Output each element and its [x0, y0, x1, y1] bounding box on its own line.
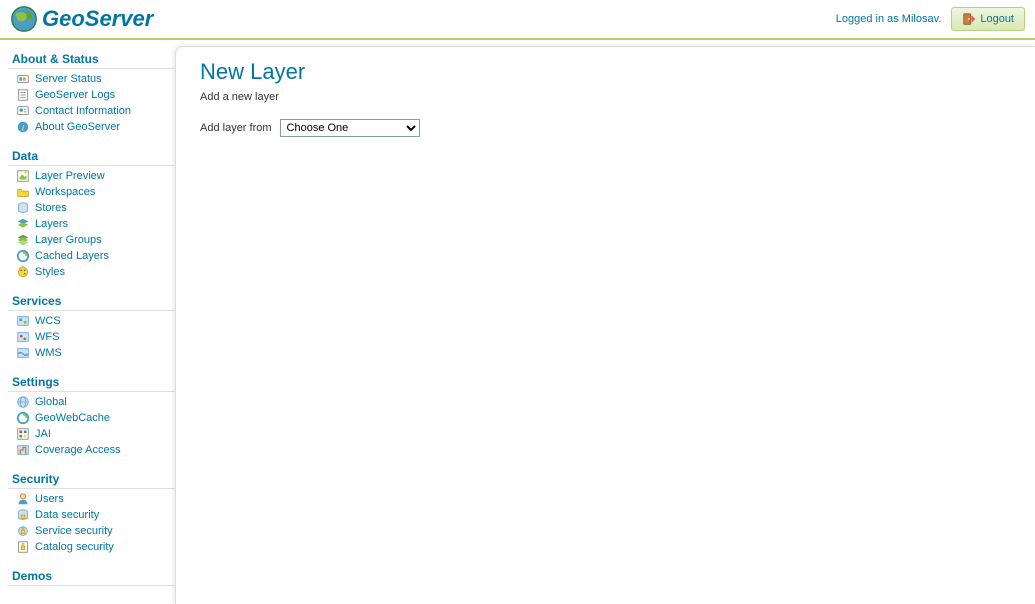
add-layer-form-row: Add layer from Choose One: [200, 119, 1011, 137]
nav-label: Cached Layers: [35, 250, 109, 262]
nav-item-cached-layers[interactable]: Cached Layers: [8, 248, 175, 264]
nav-label: Layer Groups: [35, 234, 102, 246]
logged-in-status: Logged in as Milosav.: [836, 13, 942, 25]
nav-label: Layer Preview: [35, 170, 105, 182]
nav-section-about: About & Status Server Status GeoServer L…: [8, 48, 175, 135]
wms-icon: [16, 346, 30, 360]
nav-label: Service security: [35, 525, 113, 537]
nav-label: WCS: [35, 315, 61, 327]
nav-label: Workspaces: [35, 186, 95, 198]
nav-item-layer-groups[interactable]: Layer Groups: [8, 232, 175, 248]
add-layer-label: Add layer from: [200, 122, 272, 134]
add-layer-select[interactable]: Choose One: [280, 119, 420, 137]
nav-heading-data: Data: [8, 145, 175, 166]
layer-groups-icon: [16, 233, 30, 247]
logout-button[interactable]: Logout: [951, 7, 1025, 31]
nav-label: GeoServer Logs: [35, 89, 115, 101]
nav-heading-services: Services: [8, 290, 175, 311]
nav-item-workspaces[interactable]: Workspaces: [8, 184, 175, 200]
nav-label: Coverage Access: [35, 444, 121, 456]
about-icon: i: [16, 120, 30, 134]
logs-icon: [16, 88, 30, 102]
logout-icon: [962, 12, 976, 26]
wcs-icon: [16, 314, 30, 328]
nav-item-jai[interactable]: JAI: [8, 426, 175, 442]
logout-label: Logout: [980, 13, 1014, 25]
nav-item-wms[interactable]: WMS: [8, 345, 175, 361]
nav-item-data-security[interactable]: Data security: [8, 507, 175, 523]
nav-label: About GeoServer: [35, 121, 120, 133]
geowebcache-icon: [16, 411, 30, 425]
app-logo[interactable]: GeoServer: [10, 5, 153, 33]
nav-label: WMS: [35, 347, 62, 359]
nav-label: Layers: [35, 218, 68, 230]
styles-icon: [16, 265, 30, 279]
nav-item-layer-preview[interactable]: Layer Preview: [8, 168, 175, 184]
nav-item-geoserver-logs[interactable]: GeoServer Logs: [8, 87, 175, 103]
nav-item-geowebcache[interactable]: GeoWebCache: [8, 410, 175, 426]
nav-label: Stores: [35, 202, 67, 214]
nav-item-layers[interactable]: Layers: [8, 216, 175, 232]
nav-label: GeoWebCache: [35, 412, 110, 424]
nav-item-about-geoserver[interactable]: i About GeoServer: [8, 119, 175, 135]
contact-icon: [16, 104, 30, 118]
globe-icon: [10, 5, 38, 33]
status-icon: [16, 72, 30, 86]
layers-icon: [16, 217, 30, 231]
wfs-icon: [16, 330, 30, 344]
nav-label: Styles: [35, 266, 65, 278]
stores-icon: [16, 201, 30, 215]
jai-icon: [16, 427, 30, 441]
nav-item-global[interactable]: Global: [8, 394, 175, 410]
nav-section-services: Services WCS WFS WMS: [8, 290, 175, 361]
nav-item-service-security[interactable]: Service security: [8, 523, 175, 539]
nav-heading-security: Security: [8, 468, 175, 489]
nav-section-security: Security Users Data security Service sec…: [8, 468, 175, 555]
page-title: New Layer: [200, 59, 1011, 85]
workspaces-icon: [16, 185, 30, 199]
layer-preview-icon: [16, 169, 30, 183]
nav-item-users[interactable]: Users: [8, 491, 175, 507]
nav-item-styles[interactable]: Styles: [8, 264, 175, 280]
nav-label: Server Status: [35, 73, 102, 85]
nav-label: Catalog security: [35, 541, 114, 553]
cached-layers-icon: [16, 249, 30, 263]
app-name: GeoServer: [42, 6, 153, 32]
nav-heading-demos: Demos: [8, 565, 175, 586]
nav-label: JAI: [35, 428, 51, 440]
header-bar: GeoServer Logged in as Milosav. Logout: [0, 0, 1035, 40]
nav-item-wfs[interactable]: WFS: [8, 329, 175, 345]
nav-label: Global: [35, 396, 67, 408]
nav-item-catalog-security[interactable]: Catalog security: [8, 539, 175, 555]
nav-label: WFS: [35, 331, 59, 343]
nav-item-stores[interactable]: Stores: [8, 200, 175, 216]
main-content: New Layer Add a new layer Add layer from…: [175, 46, 1035, 604]
nav-item-coverage-access[interactable]: Coverage Access: [8, 442, 175, 458]
svg-text:i: i: [22, 124, 24, 133]
nav-item-server-status[interactable]: Server Status: [8, 71, 175, 87]
nav-item-contact-information[interactable]: Contact Information: [8, 103, 175, 119]
global-icon: [16, 395, 30, 409]
nav-item-wcs[interactable]: WCS: [8, 313, 175, 329]
nav-heading-settings: Settings: [8, 371, 175, 392]
nav-section-demos: Demos: [8, 565, 175, 586]
nav-section-data: Data Layer Preview Workspaces Stores Lay…: [8, 145, 175, 280]
header-right: Logged in as Milosav. Logout: [836, 7, 1025, 31]
page-description: Add a new layer: [200, 91, 1011, 103]
nav-label: Contact Information: [35, 105, 131, 117]
nav-section-settings: Settings Global GeoWebCache JAI Coverage…: [8, 371, 175, 458]
nav-label: Users: [35, 493, 64, 505]
nav-heading-about: About & Status: [8, 48, 175, 69]
data-security-icon: [16, 508, 30, 522]
catalog-security-icon: [16, 540, 30, 554]
sidebar: About & Status Server Status GeoServer L…: [0, 40, 175, 604]
coverage-access-icon: [16, 443, 30, 457]
nav-label: Data security: [35, 509, 99, 521]
service-security-icon: [16, 524, 30, 538]
users-icon: [16, 492, 30, 506]
